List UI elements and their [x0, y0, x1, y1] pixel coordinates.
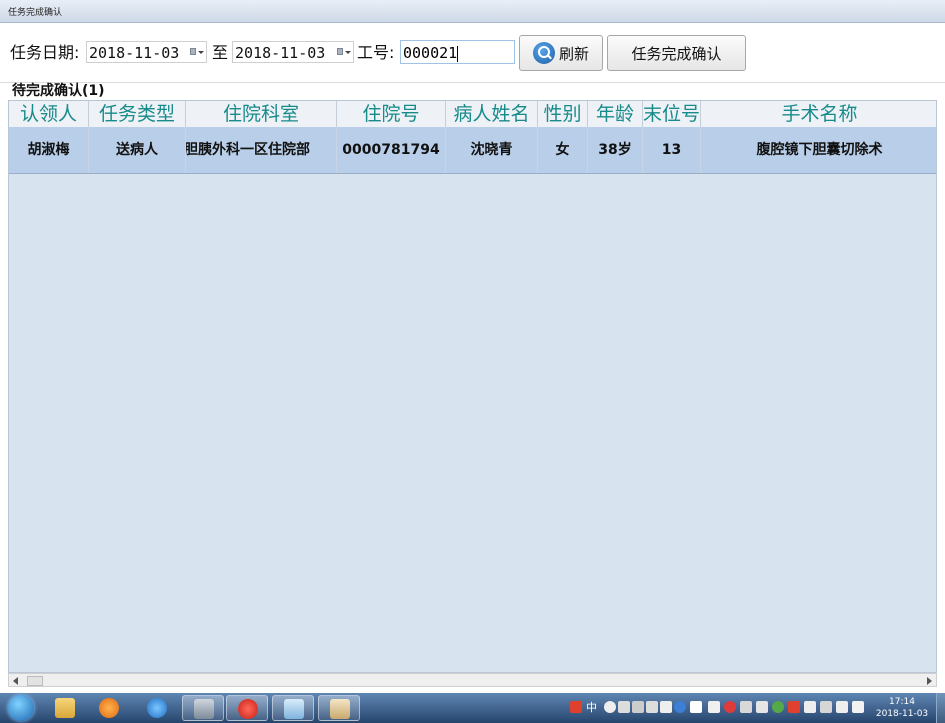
cell-claimer[interactable]: 胡淑梅: [9, 127, 89, 173]
sogou-s-icon[interactable]: [788, 701, 800, 713]
cell-gender[interactable]: 女: [538, 127, 588, 173]
cell-inpatient-no[interactable]: 0000781794: [337, 127, 446, 173]
grid-header: 认领人 任务类型 住院科室 住院号 病人姓名 性别 年龄 末位号 手术名称: [9, 101, 936, 128]
scroll-thumb[interactable]: [27, 676, 43, 686]
cell-last-digit[interactable]: 13: [643, 127, 701, 173]
calendar-dropdown-icon[interactable]: [190, 48, 204, 57]
search-icon: [532, 42, 555, 64]
app-window-icon: [284, 699, 304, 719]
database-icon: [194, 699, 214, 719]
punct-icon[interactable]: [618, 701, 630, 713]
show-desktop-button[interactable]: [936, 693, 945, 723]
cell-task-type[interactable]: 送病人: [89, 127, 186, 173]
help-icon[interactable]: [674, 701, 686, 713]
col-surgery-name[interactable]: 手术名称: [701, 101, 936, 127]
table-row[interactable]: 胡淑梅 送病人 肝胆胰外科一区住院部 0000781794 沈晓青 女 38岁 …: [9, 127, 936, 174]
action-center-icon[interactable]: [852, 701, 864, 713]
date-from-picker[interactable]: 2018-11-03: [86, 41, 207, 63]
media-player-icon: [99, 698, 119, 718]
task-date-label: 任务日期:: [10, 43, 80, 62]
date-to-picker[interactable]: 2018-11-03: [232, 41, 354, 63]
confirm-completion-button[interactable]: 任务完成确认: [607, 35, 746, 71]
scroll-left-icon[interactable]: [13, 677, 18, 685]
show-hidden-icons[interactable]: [690, 701, 702, 713]
taskbar-paint[interactable]: [318, 695, 360, 721]
window-title: 任务完成确认: [8, 8, 63, 18]
battery-icon[interactable]: [740, 701, 752, 713]
col-gender[interactable]: 性别: [538, 101, 588, 127]
employee-id-input[interactable]: 000021: [400, 40, 515, 64]
calendar-dropdown-icon[interactable]: [337, 48, 351, 57]
app-red-icon: [238, 699, 258, 719]
col-claimer[interactable]: 认领人: [9, 101, 89, 127]
taskbar-database-app[interactable]: [182, 695, 224, 721]
paint-icon: [330, 699, 350, 719]
clock-date: 2018-11-03: [875, 709, 929, 719]
wrench-icon[interactable]: [660, 701, 672, 713]
system-clock[interactable]: 17:14 2018-11-03: [872, 696, 932, 720]
ime-mode-label[interactable]: 中: [586, 699, 597, 715]
windows-taskbar: 中 17:14 2018-11-03: [0, 693, 945, 723]
confirm-completion-label: 任务完成确认: [631, 44, 722, 63]
flag-icon[interactable]: [804, 701, 816, 713]
text-cursor: [457, 45, 459, 62]
cell-department[interactable]: 肝胆胰外科一区住院部: [186, 127, 337, 173]
system-tray: 中: [566, 699, 866, 717]
date-to-label: 至: [212, 43, 229, 62]
employee-id-value: 000021: [403, 44, 458, 62]
toolbar-divider: [0, 82, 945, 83]
scroll-right-icon[interactable]: [927, 677, 932, 685]
col-patient-name[interactable]: 病人姓名: [446, 101, 538, 127]
cell-age[interactable]: 38岁: [588, 127, 643, 173]
taskbar-red-app[interactable]: [226, 695, 268, 721]
device-icon[interactable]: [756, 701, 768, 713]
refresh-button[interactable]: 刷新: [519, 35, 603, 71]
taskbar-ie[interactable]: [136, 695, 178, 721]
keyboard-icon[interactable]: [632, 701, 644, 713]
employee-id-label: 工号:: [357, 43, 395, 62]
horizontal-scrollbar[interactable]: [8, 673, 937, 687]
pending-count-label: 待完成确认(1): [12, 83, 105, 99]
windows-logo-icon: [8, 695, 34, 721]
clock-time: 17:14: [889, 697, 915, 707]
refresh-label: 刷新: [558, 44, 589, 63]
network-icon[interactable]: [820, 701, 832, 713]
cell-surgery-name[interactable]: 腹腔镜下胆囊切除术: [701, 127, 936, 173]
filter-toolbar: 任务日期: 2018-11-03 至 2018-11-03 工号: 000021…: [0, 23, 945, 83]
col-inpatient-no[interactable]: 住院号: [337, 101, 446, 127]
sogou-icon[interactable]: [570, 701, 582, 713]
window-title-bar: 任务完成确认: [0, 0, 945, 23]
taskbar-media-player[interactable]: [88, 695, 130, 721]
folder-icon: [55, 698, 75, 718]
taskbar-explorer[interactable]: [44, 695, 86, 721]
cell-patient-name[interactable]: 沈晓青: [446, 127, 538, 173]
col-age[interactable]: 年龄: [588, 101, 643, 127]
security-icon[interactable]: [724, 701, 736, 713]
taskbar-active-app[interactable]: [272, 695, 314, 721]
col-department[interactable]: 住院科室: [186, 101, 337, 127]
date-from-value: 2018-11-03: [89, 44, 180, 62]
notification-app-icon[interactable]: [708, 701, 720, 713]
start-button[interactable]: [2, 694, 40, 722]
col-task-type[interactable]: 任务类型: [89, 101, 186, 127]
moon-icon[interactable]: [604, 701, 616, 713]
usb-icon[interactable]: [646, 701, 658, 713]
volume-icon[interactable]: [836, 701, 848, 713]
col-last-digit[interactable]: 末位号: [643, 101, 701, 127]
task-grid[interactable]: 认领人 任务类型 住院科室 住院号 病人姓名 性别 年龄 末位号 手术名称 胡淑…: [8, 100, 937, 673]
360-icon[interactable]: [772, 701, 784, 713]
internet-explorer-icon: [147, 698, 167, 718]
date-to-value: 2018-11-03: [235, 44, 326, 62]
